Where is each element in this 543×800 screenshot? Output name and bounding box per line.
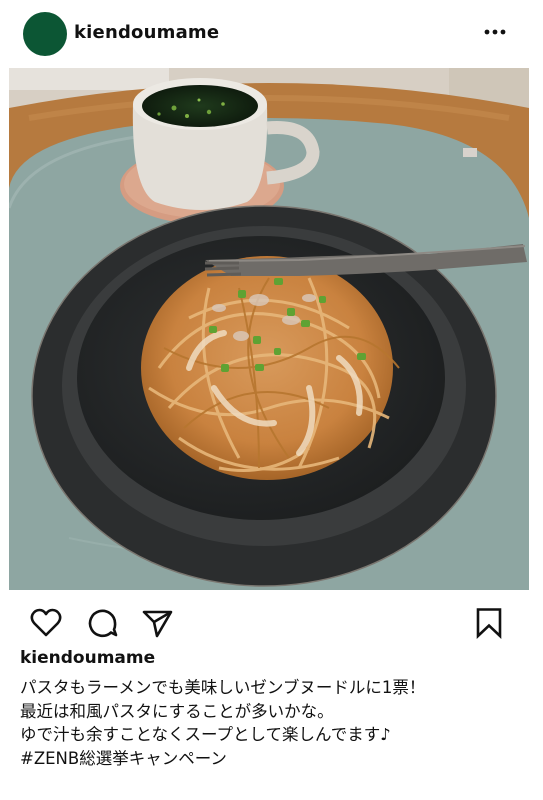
comment-icon[interactable] — [86, 606, 120, 640]
caption-line: パスタもラーメンでも美味しいゼンブヌードルに1票！ — [20, 678, 426, 697]
header-username[interactable]: kiendoumame — [74, 22, 219, 43]
post-actions — [0, 598, 543, 646]
heart-icon[interactable] — [29, 606, 63, 640]
post-photo[interactable] — [9, 68, 529, 590]
send-icon[interactable] — [140, 606, 174, 640]
post-caption: パスタもラーメンでも美味しいゼンブヌードルに1票！ 最近は和風パスタにすることが… — [20, 676, 535, 770]
caption-line: 最近は和風パスタにすることが多いかな。 — [20, 701, 334, 721]
more-options-icon[interactable] — [478, 20, 512, 44]
post-header: kiendoumame — [0, 0, 543, 66]
caption-username[interactable]: kiendoumame — [20, 648, 155, 668]
hashtag-link[interactable]: #ZENB総選挙キャンペーン — [20, 747, 535, 771]
bookmark-icon[interactable] — [472, 606, 506, 640]
caption-line: ゆで汁も余すことなくスープとして楽しんでます♪ — [20, 725, 391, 744]
avatar[interactable] — [23, 12, 67, 56]
